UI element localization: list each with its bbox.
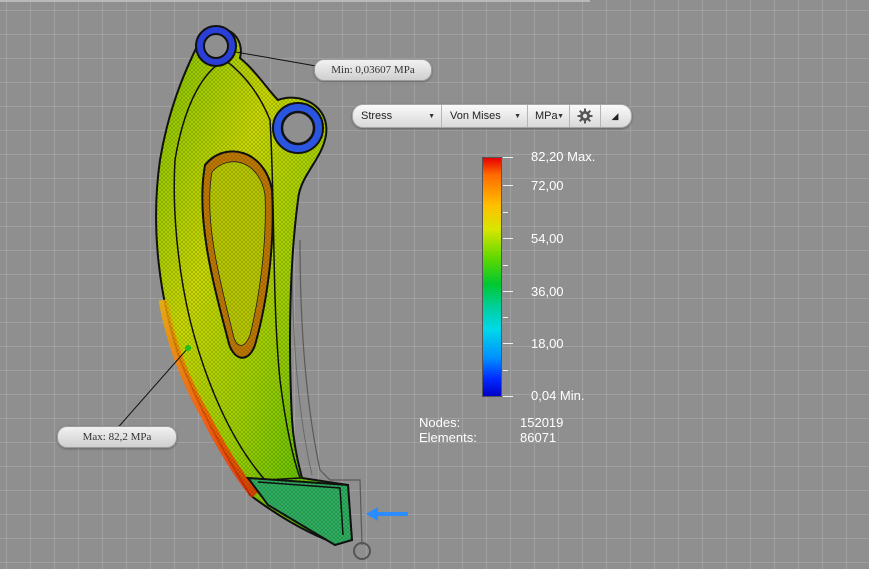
- nodes-value: 152019: [520, 415, 564, 430]
- legend-tick: [503, 343, 513, 344]
- legend-tick: [503, 370, 508, 371]
- result-toolbar: Stress ▼ Von Mises ▼ MPa ▼ ◢: [352, 104, 632, 128]
- unit-value: MPa: [535, 110, 558, 122]
- nodes-label: Nodes:: [419, 415, 461, 430]
- dropdown-arrow-icon: ▼: [557, 113, 564, 120]
- elements-label: Elements:: [419, 430, 477, 445]
- settings-button[interactable]: [570, 105, 601, 127]
- legend-tick: [503, 396, 513, 397]
- legend-label-min: 0,04 Min.: [531, 388, 585, 403]
- legend-tick: [503, 185, 513, 186]
- dropdown-arrow-icon: ▼: [514, 113, 521, 120]
- min-stress-callout[interactable]: Min: 0,03607 MPa: [314, 59, 432, 81]
- result-type-dropdown[interactable]: Stress ▼: [353, 105, 442, 127]
- legend-label: 18,00: [531, 336, 564, 351]
- max-probe-point: [185, 345, 191, 351]
- legend-tick: [503, 157, 513, 158]
- min-probe-leader: [235, 51, 317, 67]
- legend-label-max: 82,20 Max.: [531, 149, 596, 164]
- ghost-pivot: [353, 542, 371, 560]
- legend-tick: [503, 238, 513, 239]
- fea-model-viewport[interactable]: [0, 0, 869, 569]
- elements-value: 86071: [520, 430, 557, 445]
- legend-tick: [503, 317, 508, 318]
- load-arrow-icon: [366, 507, 408, 521]
- gear-icon: [577, 108, 593, 124]
- max-stress-callout[interactable]: Max: 82,2 MPa: [57, 426, 177, 448]
- result-type-value: Stress: [361, 110, 393, 122]
- max-probe-leader: [113, 347, 189, 433]
- triangle-corner-icon: ◢: [611, 110, 619, 121]
- legend-label: 36,00: [531, 284, 564, 299]
- legend-label: 72,00: [531, 178, 564, 193]
- component-value: Von Mises: [450, 110, 501, 122]
- legend-label: 54,00: [531, 231, 564, 246]
- collapse-button[interactable]: ◢: [601, 105, 629, 127]
- legend-tick: [503, 212, 508, 213]
- legend-tick: [503, 291, 513, 292]
- dropdown-arrow-icon: ▼: [428, 113, 435, 120]
- component-dropdown[interactable]: Von Mises ▼: [442, 105, 528, 127]
- stress-color-legend: [482, 157, 502, 397]
- legend-tick: [503, 265, 508, 266]
- unit-dropdown[interactable]: MPa ▼: [528, 105, 570, 127]
